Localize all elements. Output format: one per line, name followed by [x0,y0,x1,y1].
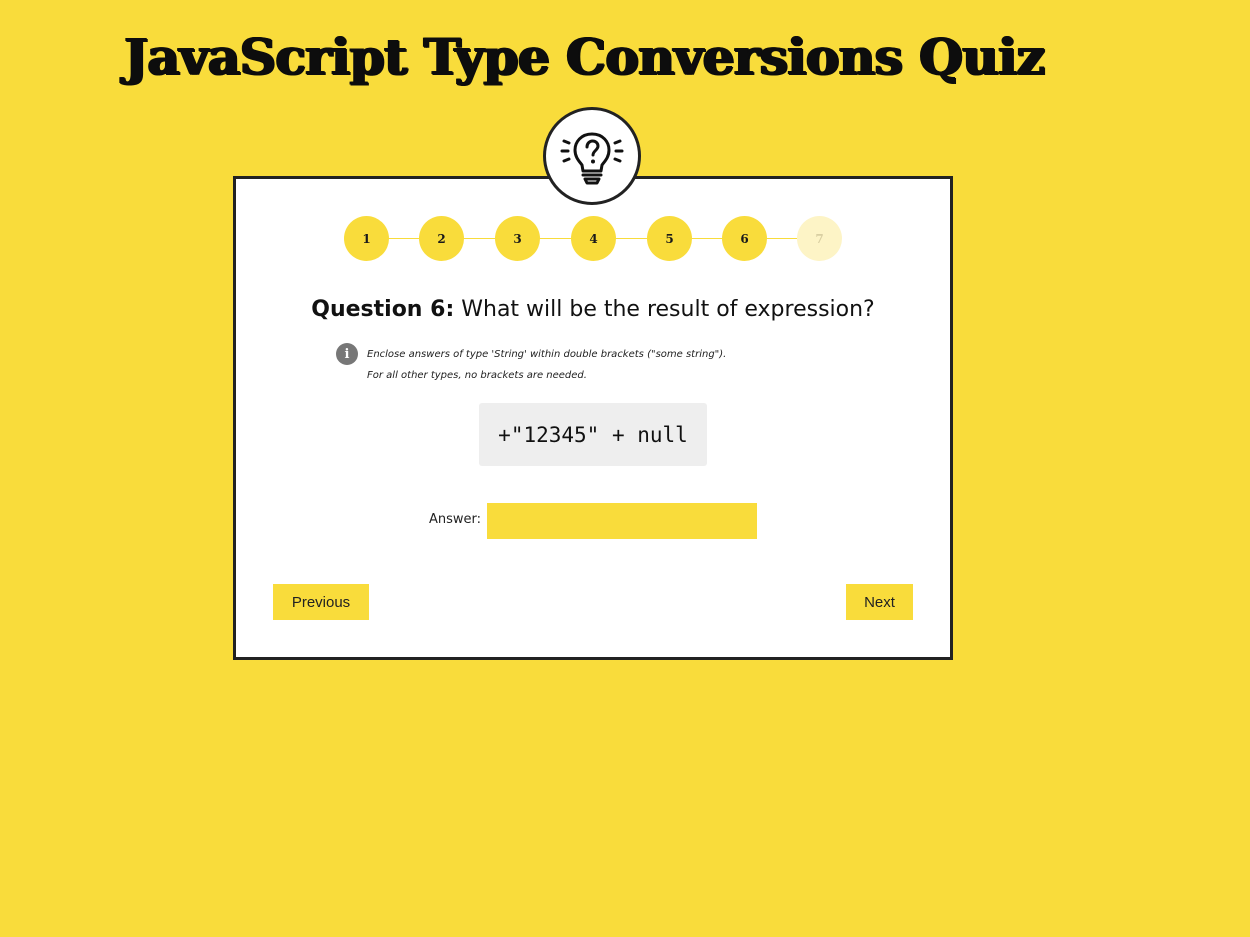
step-3[interactable]: 3 [495,216,540,261]
answer-label: Answer: [429,512,482,527]
answer-input[interactable] [487,503,757,539]
step-2[interactable]: 2 [419,216,464,261]
expression-code: +"12345" + null [479,403,707,466]
question-number: Question 6 [311,297,446,322]
question-separator: : [445,297,455,322]
hint-line-1: Enclose answers of type 'String' within … [367,349,727,360]
lightbulb-question-icon [560,132,624,185]
step-5[interactable]: 5 [647,216,692,261]
page-title: JavaScript Type Conversions Quiz [124,27,1045,86]
info-icon: i [336,343,358,365]
next-button[interactable]: Next [846,584,913,620]
question-text: What will be the result of expression? [454,297,875,322]
previous-button[interactable]: Previous [273,584,369,620]
step-4[interactable]: 4 [571,216,616,261]
step-1[interactable]: 1 [344,216,389,261]
step-6[interactable]: 6 [722,216,767,261]
question-heading: Question 6: What will be the result of e… [236,297,950,322]
quiz-card: 1 2 3 4 5 6 7 Question 6: What will be t… [233,176,953,660]
hint-line-2: For all other types, no brackets are nee… [367,370,587,381]
lightbulb-badge [543,107,641,205]
answer-format-hint: Enclose answers of type 'String' within … [367,344,726,386]
progress-steps: 1 2 3 4 5 6 7 [344,216,844,262]
step-7[interactable]: 7 [797,216,842,261]
